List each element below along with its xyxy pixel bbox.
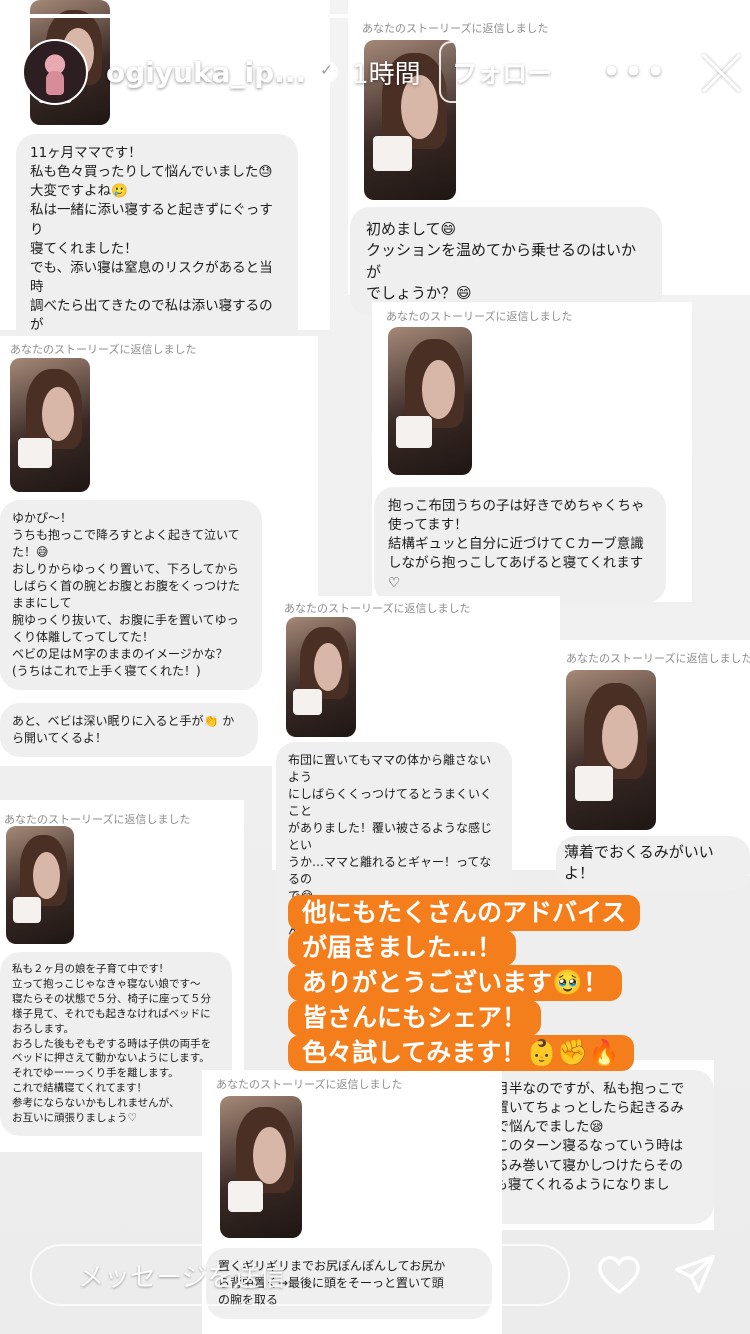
message-bubble: ゆかぴ〜！ うちも抱っこで降ろすとよく起きて泣いて た！😅 おしりからゆっくり置… (0, 500, 262, 691)
progress-segment (193, 14, 372, 18)
progress-segment (563, 14, 742, 18)
overlay-line: が届きました…！ (288, 930, 517, 966)
close-icon[interactable] (700, 51, 736, 93)
reply-label: あなたのストーリーズに返信しました (284, 602, 471, 615)
story-thumbnail (566, 670, 656, 830)
story-thumbnail (286, 617, 356, 737)
progress-segment (378, 14, 557, 18)
avatar[interactable] (22, 39, 88, 105)
message-bubble: 初めまして😄 クッションを温めてから乗せるのはいかが でしょうか？😄 (350, 207, 662, 317)
story-thumbnail (220, 1096, 302, 1238)
overlay-line: 皆さんにもシェア！ (288, 1000, 542, 1036)
reply-label: あなたのストーリーズに返信しました (216, 1078, 403, 1091)
more-options-icon[interactable]: ••• (602, 52, 668, 92)
story-thumbnail (6, 826, 74, 944)
message-input[interactable]: メッセージを送信 (30, 1244, 570, 1306)
reply-bar: メッセージを送信 (30, 1244, 722, 1306)
story-progress (8, 14, 742, 18)
reply-label: あなたのストーリーズに返信しました (386, 310, 573, 323)
story-canvas: 11ヶ月ママです！ 私も色々買ったりして悩んでいました😓 大変ですよね🥲 私は一… (0, 0, 750, 1334)
overlay-line: 色々試してみます！👶✊🔥 (288, 1035, 634, 1071)
message-bubble: 薄着でおくるみがいいよ！ (556, 836, 750, 891)
verified-badge-icon (316, 61, 339, 83)
post-time: 1時間 (352, 59, 421, 90)
follow-button[interactable]: フォロー (438, 41, 566, 103)
overlay-line: ありがとうございます🥹！ (288, 965, 623, 1001)
send-icon[interactable] (668, 1248, 722, 1302)
progress-segment (8, 14, 187, 18)
message-bubble: 私も２ヶ月の娘を子育て中です! 立って抱っこじゃなきゃ寝ない娘です〜 寝たらその… (0, 952, 232, 1136)
message-bubble: あと、ベビは深い眠りに入ると手が👏 か ら開いてくるよ！ (0, 703, 258, 758)
story-header: ogiyuka_ip... 1時間 フォロー ••• (22, 34, 736, 110)
heart-icon[interactable] (592, 1248, 646, 1302)
story-thumbnail (388, 327, 472, 475)
overlay-line: 他にもたくさんのアドバイス (288, 895, 641, 931)
message-bubble: 抱っこ布団うちの子は好きでめちゃくちゃ 使ってます！ 結構ギュッと自分に近づけて… (374, 487, 666, 603)
story-thumbnail (10, 358, 90, 492)
reply-label: あなたのストーリーズに返信しました (4, 813, 191, 826)
reply-label: あなたのストーリーズに返信しました (566, 652, 750, 665)
username[interactable]: ogiyuka_ip... (106, 56, 306, 89)
overlay-caption: 他にもたくさんのアドバイス が届きました…！ ありがとうございます🥹！ 皆さんに… (288, 895, 641, 1071)
reply-label: あなたのストーリーズに返信しました (10, 343, 197, 356)
